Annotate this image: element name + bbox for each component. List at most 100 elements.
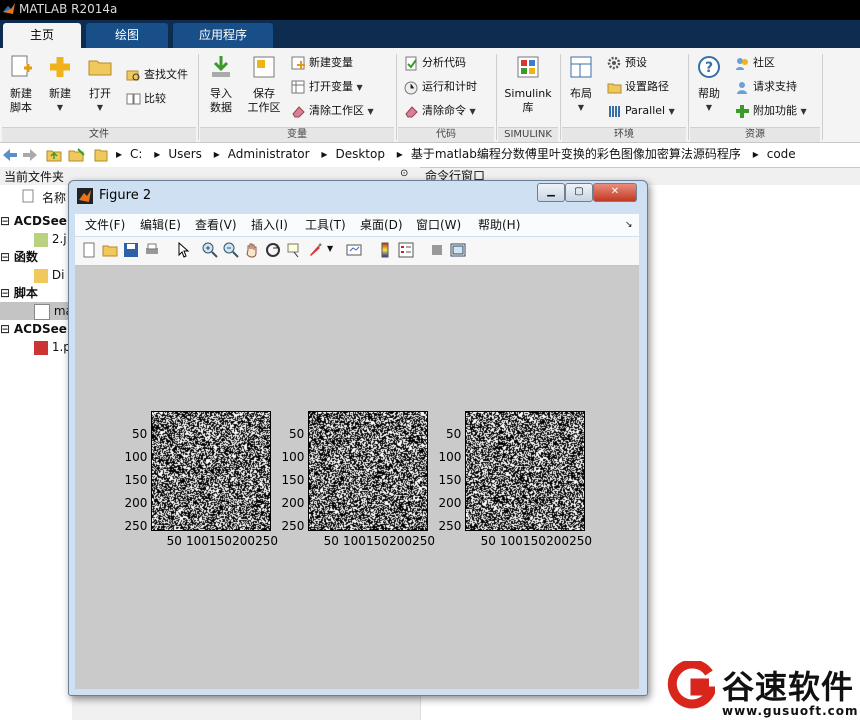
show-plot-tools-icon[interactable]	[450, 242, 466, 258]
print-icon[interactable]	[144, 242, 160, 258]
request-support-label: 请求支持	[753, 80, 797, 93]
chevron-down-icon[interactable]: ▼	[327, 244, 333, 253]
axes-2[interactable]	[308, 411, 428, 531]
data-cursor-icon[interactable]	[286, 242, 302, 258]
zoom-out-icon[interactable]	[223, 242, 239, 258]
menu-desktop[interactable]: 桌面(D)	[360, 214, 403, 236]
collapse-icon[interactable]: ⊟	[0, 250, 10, 264]
collapse-icon[interactable]: ⊟	[0, 286, 10, 300]
path-breadcrumb[interactable]: ▸ C: ▸ Users ▸ Administrator ▸ Desktop ▸ 基于ma…	[116, 145, 860, 164]
tab-plots[interactable]: 绘图	[86, 23, 168, 48]
run-and-time-button[interactable]: 运行和计时	[404, 77, 477, 97]
dock-arrow-icon[interactable]: ↘	[625, 214, 633, 236]
new-variable-button[interactable]: 新建变量	[291, 53, 353, 73]
list-item[interactable]: ⊟ ACDSee	[0, 320, 67, 338]
save-workspace-button[interactable]: 保存 工作区	[244, 52, 284, 115]
zoom-in-icon[interactable]	[202, 242, 218, 258]
list-item[interactable]: 1.p	[34, 338, 71, 356]
collapse-icon[interactable]: ⊟	[0, 214, 10, 228]
check-doc-icon	[405, 56, 417, 70]
menu-help[interactable]: 帮助(H)	[478, 214, 520, 236]
help-label: 帮助	[698, 87, 720, 100]
maximize-button[interactable]: ▢	[565, 183, 593, 202]
clear-commands-button[interactable]: 清除命令 ▼	[404, 101, 476, 121]
list-item-selected[interactable]: ma	[0, 302, 73, 320]
link-plot-icon[interactable]	[346, 242, 362, 258]
compare-button[interactable]: 比较	[126, 89, 166, 109]
new-figure-icon[interactable]	[81, 242, 97, 258]
breadcrumb-segment[interactable]: C:	[130, 147, 142, 161]
axes-3[interactable]	[465, 411, 585, 531]
import-data-button[interactable]: 导入 数据	[204, 52, 238, 115]
menu-file[interactable]: 文件(F)	[85, 214, 125, 236]
menu-edit[interactable]: 编辑(E)	[140, 214, 181, 236]
address-bar: ▸ C: ▸ Users ▸ Administrator ▸ Desktop ▸ 基于ma…	[0, 143, 860, 168]
analyze-code-button[interactable]: 分析代码	[404, 53, 466, 73]
x-tick-label: 200	[232, 534, 255, 548]
pan-hand-icon[interactable]	[244, 242, 260, 258]
panel-menu-icon[interactable]: ⊙	[400, 168, 408, 179]
rotate-3d-icon[interactable]	[265, 242, 281, 258]
list-item[interactable]: ⊟ 脚本	[0, 284, 38, 302]
help-button[interactable]: ? 帮助 ▼	[694, 52, 724, 115]
new-script-label: 新建 脚本	[10, 87, 32, 114]
list-item[interactable]: ⊟ 函数	[0, 248, 38, 266]
layout-button[interactable]: 布局 ▼	[566, 52, 596, 115]
figure-canvas[interactable]: 50 100 150 200 250 50 100 150 200 250 50 100 150 200 2…	[75, 266, 639, 689]
breadcrumb-segment[interactable]: Desktop	[335, 147, 385, 161]
browse-folder-icon[interactable]	[68, 147, 86, 163]
list-item[interactable]: ⊟ ACDSee	[0, 212, 67, 230]
menu-view[interactable]: 查看(V)	[195, 214, 237, 236]
breadcrumb-segment[interactable]: Administrator	[228, 147, 310, 161]
breadcrumb-segment[interactable]: Users	[168, 147, 202, 161]
menu-insert[interactable]: 插入(I)	[251, 214, 288, 236]
open-file-icon[interactable]	[102, 242, 118, 258]
new-script-button[interactable]: 新建 脚本	[4, 52, 38, 115]
minimize-button[interactable]: ▁	[537, 183, 565, 202]
find-files-button[interactable]: 查找文件	[126, 65, 188, 85]
scrambled-image	[308, 411, 428, 531]
back-arrow-icon[interactable]	[2, 148, 18, 162]
breadcrumb-segment[interactable]: 基于matlab编程分数傅里叶变换的彩色图像加密算法源码程序	[411, 147, 741, 161]
legend-icon[interactable]	[398, 242, 414, 258]
axes-1[interactable]	[151, 411, 271, 531]
list-item[interactable]: Di	[34, 266, 64, 284]
set-path-button[interactable]: 设置路径	[607, 77, 669, 97]
watermark-url: www.gusuoft.com	[722, 704, 859, 718]
x-tick-label: 150	[366, 534, 389, 548]
new-button[interactable]: 新建 ▼	[42, 52, 78, 115]
tab-home[interactable]: 主页	[3, 23, 81, 48]
save-icon[interactable]	[123, 242, 139, 258]
open-variable-button[interactable]: 打开变量 ▼	[291, 77, 363, 97]
clear-workspace-button[interactable]: 清除工作区 ▼	[291, 101, 374, 121]
chevron-down-icon: ▼	[56, 103, 64, 112]
forward-arrow-icon[interactable]	[22, 148, 38, 162]
group-label-file: 文件	[2, 127, 196, 142]
tab-apps[interactable]: 应用程序	[173, 23, 273, 48]
simulink-library-button[interactable]: Simulink 库	[502, 52, 554, 115]
menu-tools[interactable]: 工具(T)	[305, 214, 346, 236]
menu-window[interactable]: 窗口(W)	[416, 214, 461, 236]
preferences-button[interactable]: 预设	[607, 53, 647, 73]
save-workspace-icon	[253, 56, 275, 78]
breadcrumb-segment[interactable]: code	[767, 147, 796, 161]
parallel-button[interactable]: Parallel ▼	[607, 101, 675, 121]
community-icon	[736, 57, 748, 70]
brush-icon[interactable]	[307, 242, 323, 258]
name-column-header[interactable]: 名称	[42, 189, 66, 206]
request-support-button[interactable]: 请求支持	[735, 77, 797, 97]
open-button[interactable]: 打开 ▼	[82, 52, 118, 115]
up-folder-icon[interactable]	[46, 147, 62, 163]
community-button[interactable]: 社区	[735, 53, 775, 73]
add-ons-button[interactable]: 附加功能 ▼	[735, 101, 807, 121]
colorbar-icon[interactable]	[377, 242, 393, 258]
clear-workspace-label: 清除工作区	[309, 104, 364, 117]
list-item[interactable]: 2.j	[34, 230, 67, 248]
close-button[interactable]: ✕	[593, 183, 637, 202]
pointer-icon[interactable]	[175, 242, 191, 258]
collapse-icon[interactable]: ⊟	[0, 322, 10, 336]
figure-toolbar: ▼	[75, 237, 639, 266]
hide-plot-tools-icon[interactable]	[429, 242, 445, 258]
open-label: 打开	[89, 87, 111, 100]
run-and-time-label: 运行和计时	[422, 80, 477, 93]
